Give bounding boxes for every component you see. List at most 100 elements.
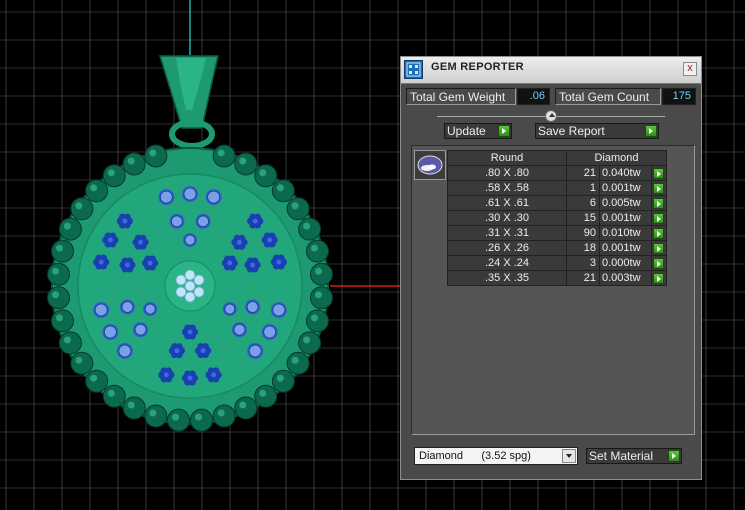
bead (212, 144, 236, 168)
green-arrow-icon (653, 272, 664, 284)
bead (190, 408, 214, 432)
gem-reporter-panel[interactable]: GEM REPORTER x Total Gem Weight .06 Tota… (400, 56, 702, 480)
gem-stone (159, 190, 173, 204)
row-go-button[interactable] (651, 225, 667, 241)
bead (271, 179, 295, 203)
bead (234, 152, 258, 176)
bead-highlight (55, 244, 63, 252)
bead (70, 197, 94, 221)
gem-size: .31 X .31 (447, 225, 567, 241)
column-header-shape: Round (447, 150, 567, 166)
row-go-button[interactable] (651, 195, 667, 211)
table-row[interactable]: .80 X .80 21 0.040tw (447, 165, 667, 181)
slider-knob[interactable] (545, 110, 557, 122)
row-go-button[interactable] (651, 270, 667, 286)
set-material-button[interactable]: Set Material (586, 448, 682, 464)
gem-stone (184, 234, 196, 246)
gem-count: 21 (566, 270, 600, 286)
table-row[interactable]: .58 X .58 1 0.001tw (447, 180, 667, 196)
table-row[interactable]: .26 X .26 18 0.001tw (447, 240, 667, 256)
center-gem (193, 286, 205, 298)
update-button[interactable]: Update (444, 123, 512, 139)
gem-weight: 0.005tw (599, 195, 652, 211)
bead-highlight (90, 184, 98, 192)
bead (271, 369, 295, 393)
bead-highlight (239, 157, 247, 165)
gem-stone (263, 325, 277, 339)
gem-weight: 0.040tw (599, 165, 652, 181)
bead (309, 286, 333, 310)
chevron-down-icon[interactable] (562, 449, 576, 463)
row-go-button[interactable] (651, 240, 667, 256)
bead (254, 164, 278, 188)
gem-stone (183, 187, 197, 201)
save-report-button-label: Save Report (538, 124, 605, 138)
title-bar[interactable]: GEM REPORTER x (401, 57, 701, 84)
table-row[interactable]: .30 X .30 15 0.001tw (447, 210, 667, 226)
green-arrow-icon (668, 450, 680, 462)
gem-size: .58 X .58 (447, 180, 567, 196)
table-row[interactable]: .31 X .31 90 0.010tw (447, 225, 667, 241)
center-gem (184, 280, 196, 292)
total-gem-count-value: 175 (662, 88, 696, 105)
center-gem (184, 291, 196, 303)
bead (85, 369, 109, 393)
bead (50, 309, 74, 333)
gem-list-area[interactable]: Round Diamond .80 X .80 21 0.040tw .58 X .5… (411, 145, 695, 435)
gem-table-header: Round Diamond (447, 150, 667, 166)
row-go-button[interactable] (651, 210, 667, 226)
bead (298, 331, 322, 355)
bead-highlight (149, 149, 157, 157)
bead-highlight (276, 184, 284, 192)
set-material-button-label: Set Material (589, 449, 654, 463)
gem-size: .30 X .30 (447, 210, 567, 226)
bead (306, 239, 330, 263)
green-arrow-icon (653, 257, 664, 269)
bead (298, 217, 322, 241)
flower-center (174, 348, 180, 354)
gem-weight: 0.003tw (599, 270, 652, 286)
total-gem-count-label: Total Gem Count (555, 88, 661, 105)
green-arrow-icon (498, 125, 510, 137)
green-arrow-icon (653, 227, 664, 239)
material-select[interactable]: Diamond (3.52 spg) (414, 447, 578, 465)
bead (50, 239, 74, 263)
table-row[interactable]: .35 X .35 21 0.003tw (447, 270, 667, 286)
gem-stone (121, 301, 134, 313)
center-gem (175, 286, 187, 298)
center-gem (184, 269, 196, 281)
bead-highlight (217, 149, 225, 157)
bead-highlight (314, 291, 322, 299)
flower-center (276, 259, 282, 265)
gem-weight: 0.001tw (599, 240, 652, 256)
flower-center (124, 262, 130, 268)
row-go-button[interactable] (651, 165, 667, 181)
flower-center (98, 259, 104, 265)
gem-size: .35 X .35 (447, 270, 567, 286)
gem-size: .80 X .80 (447, 165, 567, 181)
row-go-button[interactable] (651, 180, 667, 196)
table-row[interactable]: .61 X .61 6 0.005tw (447, 195, 667, 211)
total-gem-weight-value: .06 (517, 88, 550, 105)
bead (122, 396, 146, 420)
bead (58, 217, 82, 241)
table-row[interactable]: .24 X .24 3 0.000tw (447, 255, 667, 271)
bead-highlight (259, 389, 267, 397)
gem-stone (248, 344, 262, 358)
bead-highlight (149, 409, 157, 417)
bead-highlight (276, 374, 284, 382)
bead (286, 197, 310, 221)
gem-stone (118, 344, 132, 358)
row-go-button[interactable] (651, 255, 667, 271)
round-gem-icon[interactable] (414, 150, 446, 180)
save-report-button[interactable]: Save Report (535, 123, 659, 139)
green-arrow-icon (653, 242, 664, 254)
bead-highlight (303, 336, 311, 344)
gem-size: .26 X .26 (447, 240, 567, 256)
bead (234, 396, 258, 420)
flower-center (211, 372, 217, 378)
flower-center (147, 260, 153, 266)
gem-stone (272, 303, 286, 317)
bead-highlight (291, 202, 299, 210)
close-icon[interactable]: x (683, 62, 697, 76)
